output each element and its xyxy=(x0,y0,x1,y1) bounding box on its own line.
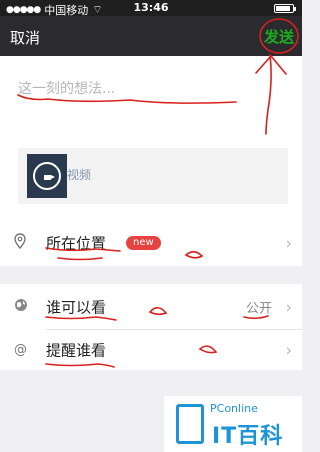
visibility-value: 公开 xyxy=(245,301,272,317)
watermark-logo xyxy=(176,404,204,444)
mention-row[interactable]: @ 提醒谁看 › xyxy=(0,330,302,370)
at-icon: @ xyxy=(14,342,27,358)
video-camera-icon xyxy=(33,162,61,190)
video-attachment-label: 视频 xyxy=(67,168,92,182)
chevron-right-icon: › xyxy=(285,340,292,360)
status-bar: ●●●●● 中国移动 ⌔ 13:46 xyxy=(0,0,302,17)
globe-icon xyxy=(14,298,28,316)
cancel-button[interactable]: 取消 xyxy=(10,27,40,48)
chevron-right-icon: › xyxy=(285,233,292,253)
location-pin-icon xyxy=(14,233,26,253)
nav-bar: 取消 发送 xyxy=(0,16,302,56)
video-attachment[interactable]: 视频 xyxy=(18,148,288,204)
compose-area: 这一刻的想法... 视频 xyxy=(0,56,302,220)
watermark-brand: PConline xyxy=(210,402,258,415)
send-button[interactable]: 发送 xyxy=(264,26,294,47)
video-thumbnail xyxy=(27,154,67,198)
battery-icon xyxy=(274,4,296,13)
watermark-name: IT百科 xyxy=(212,424,284,449)
chevron-right-icon: › xyxy=(285,297,292,317)
visibility-row[interactable]: 谁可以看 公开 › xyxy=(0,284,302,330)
new-badge: new xyxy=(126,236,161,250)
mention-label: 提醒谁看 xyxy=(46,341,107,360)
location-label: 所在位置 xyxy=(46,234,107,253)
status-time: 13:46 xyxy=(133,1,169,14)
post-text-input[interactable]: 这一刻的想法... xyxy=(18,78,115,98)
location-row[interactable]: 所在位置 new › xyxy=(0,220,302,266)
watermark: PConline IT百科 xyxy=(164,396,302,452)
visibility-label: 谁可以看 xyxy=(46,298,107,317)
